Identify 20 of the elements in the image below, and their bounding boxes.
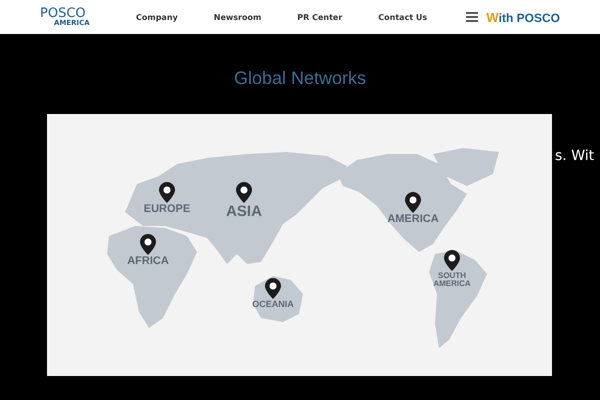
location-pin-icon[interactable]	[140, 234, 156, 255]
location-pin-icon[interactable]	[265, 278, 281, 299]
nav-link[interactable]: Company	[136, 12, 178, 22]
section-title: Global Networks	[232, 67, 368, 89]
region-label: AFRICA	[127, 256, 169, 268]
overflow-text: s. Wit	[555, 148, 594, 164]
nav-link[interactable]: Newsroom	[214, 12, 262, 22]
location-pin-icon[interactable]	[236, 182, 252, 203]
location-pin-icon[interactable]	[405, 192, 421, 213]
location-pin-icon[interactable]	[444, 250, 460, 271]
region-label: ASIA	[226, 204, 262, 220]
location-pin-icon[interactable]	[159, 182, 175, 203]
region-label: OCEANIA	[252, 300, 294, 310]
menu-icon[interactable]	[466, 12, 478, 22]
region-label: EUROPE	[144, 204, 190, 216]
with-posco-logo[interactable]: With POSCO	[486, 10, 560, 24]
nav-link[interactable]: Contact Us	[378, 12, 428, 22]
nav-link[interactable]: PR Center	[297, 12, 342, 22]
region-label: AMERICA	[387, 214, 439, 226]
region-label: SOUTH AMERICA	[432, 272, 472, 289]
